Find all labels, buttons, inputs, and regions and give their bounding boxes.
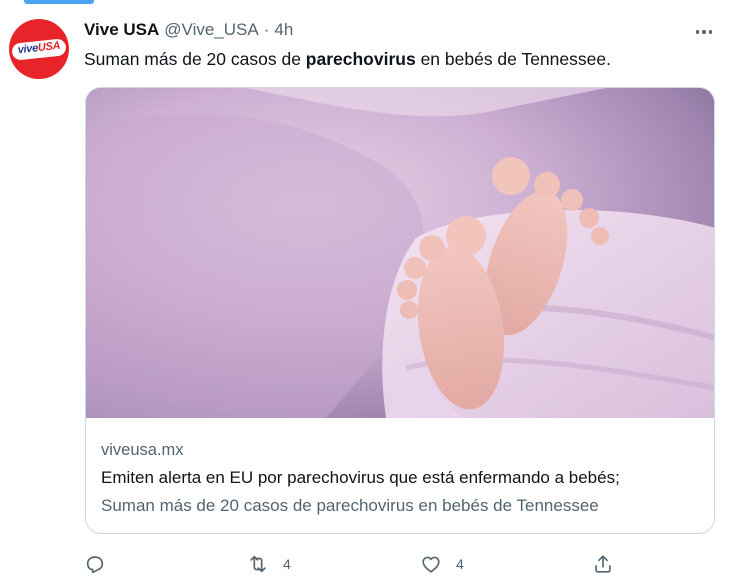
user-handle[interactable]: @Vive_USA: [164, 20, 258, 40]
tweet-timestamp[interactable]: 4h: [274, 20, 293, 40]
heart-icon: [422, 556, 440, 573]
tweet-actions: 4 4: [84, 550, 624, 578]
share-icon: [595, 555, 611, 573]
retweet-icon: [250, 555, 266, 573]
like-button[interactable]: 4: [420, 550, 464, 578]
retweet-button[interactable]: 4: [247, 550, 291, 578]
tweet-header: Vive USA @Vive_USA · 4h: [84, 20, 293, 44]
reply-icon: [86, 556, 104, 574]
hashtag-bold: parechovirus: [305, 49, 416, 69]
more-dot: [695, 30, 700, 34]
reply-button[interactable]: [84, 550, 120, 578]
more-options-button[interactable]: [692, 20, 716, 44]
tweet-text: Suman más de 20 casos de parechovirus en…: [84, 49, 611, 69]
more-dot: [702, 30, 706, 34]
card-domain: viveusa.mx: [101, 441, 184, 459]
card-description: Suman más de 20 casos de parechovirus en…: [101, 496, 599, 515]
avatar[interactable]: viveUSA: [9, 19, 69, 79]
more-dot: [708, 30, 713, 34]
retweet-count: 4: [283, 556, 291, 572]
card-image[interactable]: [86, 88, 714, 418]
card-title: Emiten alerta en EU por parechovirus que…: [101, 468, 620, 487]
display-name[interactable]: Vive USA: [84, 20, 159, 40]
share-button[interactable]: [592, 550, 628, 578]
tweet[interactable]: viveUSA Vive USA @Vive_USA · 4h Suman má…: [0, 0, 737, 582]
baby-feet-illustration: [86, 88, 714, 418]
like-count: 4: [456, 556, 464, 572]
link-card[interactable]: viveusa.mx Emiten alerta en EU por parec…: [85, 87, 715, 534]
separator-dot: ·: [263, 20, 270, 39]
